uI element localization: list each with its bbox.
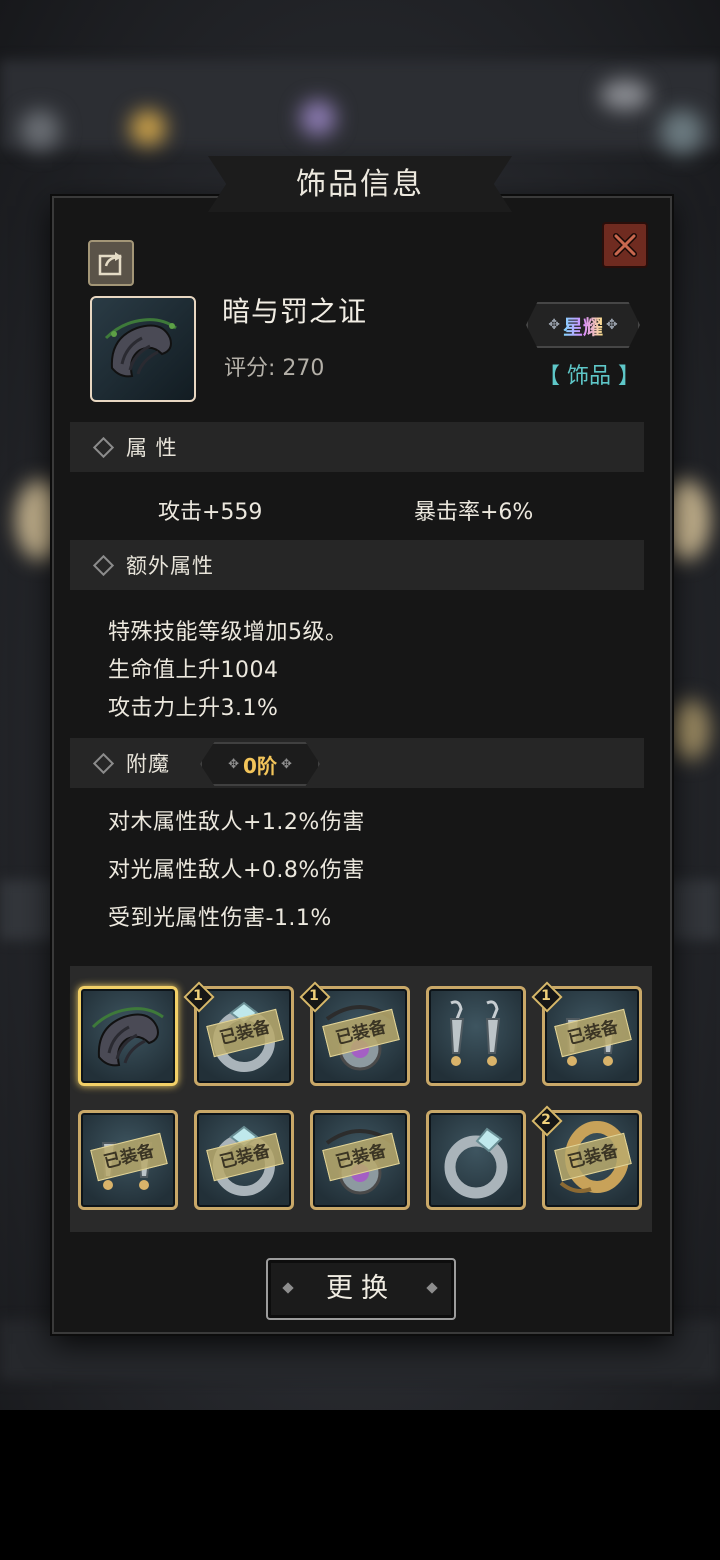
item-score: 评分: 270	[224, 356, 325, 381]
share-icon	[98, 252, 122, 276]
section-extra-attributes: 额外属性	[70, 540, 644, 590]
close-icon	[613, 233, 637, 257]
stat-crit: 暴击率+6%	[414, 500, 534, 525]
dialog-title-plate: 饰品信息	[208, 156, 512, 212]
horn-accessory-icon	[104, 318, 177, 378]
extra-attribute-line: 攻击力上升3.1%	[108, 696, 279, 721]
stat-attack: 攻击+559	[158, 500, 263, 525]
share-button[interactable]	[88, 240, 134, 286]
accessory-slot[interactable]: 已装备	[310, 1110, 410, 1210]
section-enchant-label: 附魔	[126, 752, 170, 776]
accessory-slot[interactable]: 已装备	[78, 1110, 178, 1210]
dialog-title: 饰品信息	[296, 167, 424, 202]
extra-attribute-line: 生命值上升1004	[108, 658, 279, 683]
rarity-label: 星耀	[563, 311, 603, 340]
section-enchant: 附魔	[70, 738, 644, 788]
crystal-ring-icon	[444, 1127, 508, 1199]
diamond-icon	[92, 752, 115, 775]
level-badge: 1	[183, 981, 215, 1013]
diamond-icon	[92, 554, 115, 577]
horn-accessory-icon	[91, 1007, 164, 1067]
diamond-icon	[92, 436, 115, 459]
item-name: 暗与罚之证	[222, 295, 368, 328]
enchant-effect-line: 对木属性敌人+1.2%伤害	[108, 810, 365, 835]
item-thumbnail	[90, 296, 196, 402]
accessory-slot[interactable]: 已装备	[194, 1110, 294, 1210]
enchant-tier: 0阶	[243, 753, 277, 778]
replace-button[interactable]: 更换	[266, 1258, 456, 1320]
level-badge: 1	[531, 981, 563, 1013]
accessory-slot[interactable]	[426, 986, 526, 1086]
extra-attribute-line: 特殊技能等级增加5级。	[108, 620, 348, 645]
enchant-effect-line: 受到光属性伤害-1.1%	[108, 906, 332, 931]
accessory-slot[interactable]	[78, 986, 178, 1086]
earrings-icon	[449, 1000, 501, 1066]
level-badge: 2	[531, 1105, 563, 1137]
close-button[interactable]	[602, 222, 648, 268]
enchant-tier-badge: ✥ 0阶 ✥	[200, 742, 320, 786]
section-attributes-label: 属 性	[126, 436, 178, 460]
section-attributes: 属 性	[70, 422, 644, 472]
accessory-slot[interactable]	[426, 1110, 526, 1210]
enchant-effect-line: 对光属性敌人+0.8%伤害	[108, 858, 365, 883]
level-badge: 1	[299, 981, 331, 1013]
section-extra-label: 额外属性	[126, 554, 214, 578]
rarity-badge: ✥ 星耀 ✥	[526, 302, 640, 348]
replace-button-label: 更换	[326, 1273, 396, 1304]
item-type: 【 饰品 】	[538, 364, 640, 389]
